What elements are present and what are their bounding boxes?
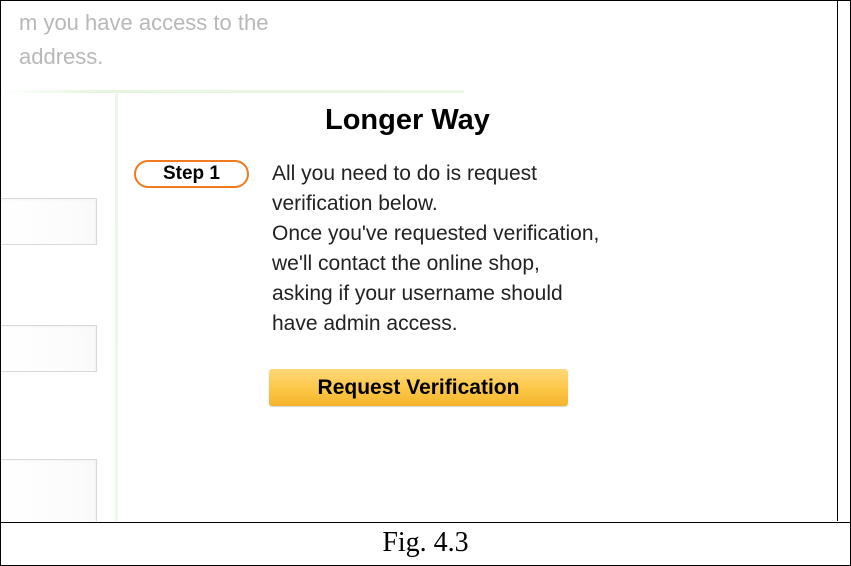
instructions-line: asking if your username should [272, 282, 563, 305]
section-divider-horizontal [1, 90, 464, 93]
section-divider-vertical [115, 94, 118, 521]
left-input-field-1[interactable] [1, 198, 97, 245]
instructions-text: All you need to do is request verificati… [272, 159, 732, 339]
instructions-line: All you need to do is request [272, 162, 538, 185]
screenshot-area: m you have access to the address. Longer… [1, 1, 838, 521]
left-input-field-2[interactable] [1, 325, 97, 372]
step-1-badge: Step 1 [134, 160, 249, 188]
instructions-line: Once you've requested verification, [272, 222, 600, 245]
instructions-line: verification below. [272, 192, 438, 215]
left-input-field-3[interactable] [1, 459, 97, 521]
request-verification-button[interactable]: Request Verification [269, 369, 568, 406]
figure-caption: Fig. 4.3 [382, 527, 469, 558]
faded-intro-line-1: m you have access to the [19, 10, 269, 35]
instructions-line: have admin access. [272, 312, 458, 335]
longer-way-heading: Longer Way [325, 104, 490, 136]
instructions-line: we'll contact the online shop, [272, 252, 540, 275]
faded-intro-line-2: address. [19, 44, 104, 69]
